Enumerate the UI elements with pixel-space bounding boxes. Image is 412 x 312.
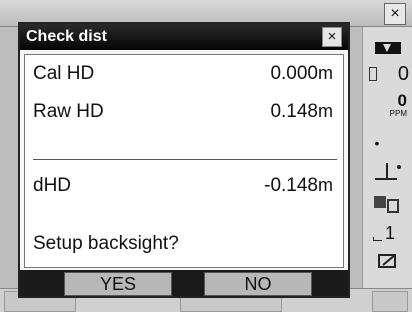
dhd-row: dHD -0.148m bbox=[33, 175, 333, 203]
dialog-close-button[interactable]: × bbox=[322, 27, 342, 47]
yes-button[interactable]: YES bbox=[64, 272, 172, 296]
screen: × 0 0 PPM • 1 Check dist × Cal HD 0.000m… bbox=[0, 0, 412, 312]
raw-hd-label: Raw HD bbox=[33, 101, 104, 122]
check-dist-dialog: Check dist × Cal HD 0.000m Raw HD 0.148m… bbox=[18, 22, 350, 298]
target-icon bbox=[363, 193, 412, 220]
dialog-button-bar: YES NO bbox=[20, 270, 348, 296]
no-button[interactable]: NO bbox=[204, 272, 312, 296]
cal-hd-row: Cal HD 0.000m bbox=[33, 63, 333, 91]
instrument-height-icon bbox=[363, 159, 412, 186]
separator bbox=[33, 159, 337, 160]
cal-hd-value: 0.000m bbox=[270, 63, 333, 84]
background-close-button[interactable]: × bbox=[384, 3, 406, 25]
ppm-value: 0 bbox=[397, 91, 407, 110]
setup-backsight-prompt: Setup backsight? bbox=[33, 233, 179, 254]
battery-icon bbox=[363, 41, 412, 60]
right-status-panel: 0 0 PPM • 1 bbox=[362, 27, 412, 289]
status-bullet: • bbox=[374, 135, 380, 151]
dialog-content: Cal HD 0.000m Raw HD 0.148m dHD -0.148m … bbox=[24, 54, 344, 268]
prompt-row: Setup backsight? bbox=[33, 233, 333, 261]
ppm-unit: PPM bbox=[389, 109, 407, 118]
edit-icon bbox=[363, 251, 412, 276]
raw-hd-value: 0.148m bbox=[270, 101, 333, 122]
dhd-value: -0.148m bbox=[264, 175, 333, 196]
raw-hd-row: Raw HD 0.148m bbox=[33, 101, 333, 129]
dialog-title: Check dist bbox=[20, 24, 348, 50]
cal-hd-label: Cal HD bbox=[33, 63, 95, 84]
dhd-label: dHD bbox=[33, 175, 72, 196]
softkey-3[interactable] bbox=[372, 291, 408, 312]
